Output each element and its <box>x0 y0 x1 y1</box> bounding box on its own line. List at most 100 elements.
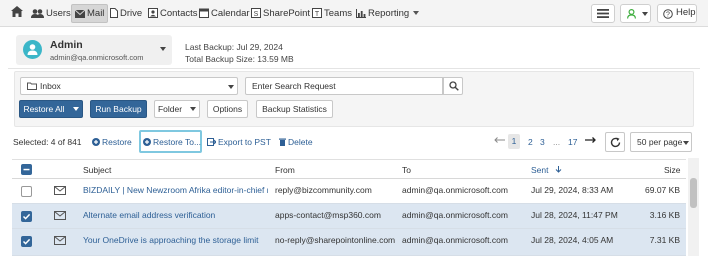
page-ellipsis: ... <box>553 137 561 147</box>
users-icon <box>31 9 44 18</box>
last-backup: Last Backup: Jul 29, 2024 <box>185 42 283 52</box>
nav-users[interactable]: Users <box>31 5 71 22</box>
row-from: reply@bizcommunity.com <box>275 185 372 195</box>
user-menu-button[interactable] <box>620 4 651 23</box>
avatar <box>23 40 42 59</box>
selection-count: Selected: 4 of 841 <box>13 137 82 147</box>
top-navigation: Users Mail Drive Contacts Calendar S Shar… <box>0 0 708 27</box>
envelope-icon <box>74 9 86 18</box>
col-sent[interactable]: Sent <box>531 165 562 175</box>
nav-mail-label: Mail <box>87 8 105 19</box>
nav-users-label: Users <box>46 8 71 19</box>
sort-arrow-icon <box>555 166 562 173</box>
restore-to-link[interactable]: Restore To... <box>143 137 201 147</box>
contacts-icon <box>148 8 158 18</box>
row-sent: Jul 29, 2024, 8:33 AM <box>531 185 614 195</box>
help-button[interactable]: ? Help <box>657 4 697 23</box>
scrollbar-thumb[interactable] <box>690 178 697 208</box>
check-icon <box>22 213 31 220</box>
export-icon <box>207 138 217 146</box>
delete-link[interactable]: Delete <box>279 137 313 147</box>
folder-button[interactable]: Folder <box>154 100 200 118</box>
page-3[interactable]: 3 <box>540 137 545 147</box>
run-backup-label: Run Backup <box>95 104 142 114</box>
search-input[interactable] <box>245 77 443 95</box>
search-button[interactable] <box>443 77 463 95</box>
nav-calendar[interactable]: Calendar <box>199 5 250 22</box>
nav-reporting-label: Reporting <box>368 8 410 19</box>
run-backup-button[interactable]: Run Backup <box>90 100 147 118</box>
row-from: apps-contact@msp360.com <box>275 210 381 220</box>
backup-statistics-button[interactable]: Backup Statistics <box>256 100 333 118</box>
nav-sharepoint-label: SharePoint <box>263 8 311 19</box>
per-page-value: 50 per page <box>637 137 683 147</box>
col-to[interactable]: To <box>402 165 411 175</box>
svg-text:S: S <box>254 11 259 18</box>
account-selector[interactable]: Admin admin@qa.onmicrosoft.com <box>16 35 172 65</box>
svg-text:?: ? <box>666 12 670 19</box>
row-subject[interactable]: Your OneDrive is approaching the storage… <box>83 235 268 245</box>
plus-circle-icon <box>143 138 151 146</box>
row-subject[interactable]: Alternate email address verification <box>83 210 268 220</box>
menu-button[interactable] <box>591 4 615 23</box>
chevron-down-icon <box>190 107 197 111</box>
nav-reporting[interactable]: Reporting <box>356 5 420 22</box>
sharepoint-icon: S <box>251 8 261 18</box>
svg-text:T: T <box>315 11 320 18</box>
search-icon <box>449 81 459 91</box>
home-icon[interactable] <box>11 6 23 19</box>
restore-link[interactable]: Restore <box>92 137 132 147</box>
col-size[interactable]: Size <box>664 165 681 175</box>
help-icon: ? <box>663 9 673 19</box>
restore-all-label: Restore All <box>23 104 65 114</box>
select-all-checkbox[interactable] <box>21 164 32 175</box>
file-icon <box>110 8 118 18</box>
row-to: admin@qa.onmicrosoft.com <box>402 185 508 195</box>
chevron-down-icon <box>72 107 79 111</box>
check-icon <box>22 238 31 245</box>
options-button[interactable]: Options <box>207 100 248 118</box>
restore-label: Restore <box>102 137 132 147</box>
row-checkbox[interactable] <box>21 211 32 222</box>
restore-all-button[interactable]: Restore All <box>19 100 83 118</box>
prev-page-arrow-icon[interactable] <box>494 136 505 146</box>
page-17[interactable]: 17 <box>568 137 577 147</box>
row-sent: Jul 28, 2024, 11:47 PM <box>531 210 618 220</box>
nav-sharepoint[interactable]: S SharePoint <box>251 5 310 22</box>
col-sent-label: Sent <box>531 165 549 175</box>
row-checkbox[interactable] <box>21 186 32 197</box>
nav-contacts-label: Contacts <box>160 8 198 19</box>
nav-teams[interactable]: T Teams <box>312 5 352 22</box>
export-pst-link[interactable]: Export to PST <box>207 137 271 147</box>
page-2[interactable]: 2 <box>528 137 533 147</box>
chevron-down-icon <box>160 47 166 51</box>
row-checkbox[interactable] <box>21 236 32 247</box>
chevron-down-icon <box>683 141 689 145</box>
next-page-arrow-icon[interactable] <box>585 136 596 146</box>
divider <box>8 68 700 69</box>
col-subject[interactable]: Subject <box>83 165 111 175</box>
folder-select[interactable]: Inbox <box>20 77 238 95</box>
col-from[interactable]: From <box>275 165 295 175</box>
row-size: 3.16 KB <box>649 210 680 220</box>
row-from: no-reply@sharepointonline.com <box>275 235 396 245</box>
chevron-down-icon <box>228 85 234 89</box>
nav-mail[interactable]: Mail <box>71 4 109 23</box>
row-size: 69.07 KB <box>645 185 680 195</box>
page-1[interactable]: 1 <box>508 134 520 149</box>
nav-drive-label: Drive <box>120 8 143 19</box>
refresh-button[interactable] <box>605 132 625 152</box>
help-label: Help <box>676 7 696 18</box>
per-page-select[interactable]: 50 per page <box>630 132 692 152</box>
folder-select-value: Inbox <box>40 81 61 91</box>
folder-icon <box>27 82 37 90</box>
nav-contacts[interactable]: Contacts <box>148 5 198 22</box>
account-name: Admin <box>50 39 83 51</box>
row-subject[interactable]: BIZDAILY | New Newzroom Afrika editor-in… <box>83 185 268 195</box>
hamburger-icon <box>597 9 609 18</box>
backup-statistics-label: Backup Statistics <box>262 104 327 114</box>
chart-icon <box>356 9 366 18</box>
row-to: admin@qa.onmicrosoft.com <box>402 210 508 220</box>
nav-drive[interactable]: Drive <box>110 5 142 22</box>
chevron-down-icon <box>413 11 420 15</box>
